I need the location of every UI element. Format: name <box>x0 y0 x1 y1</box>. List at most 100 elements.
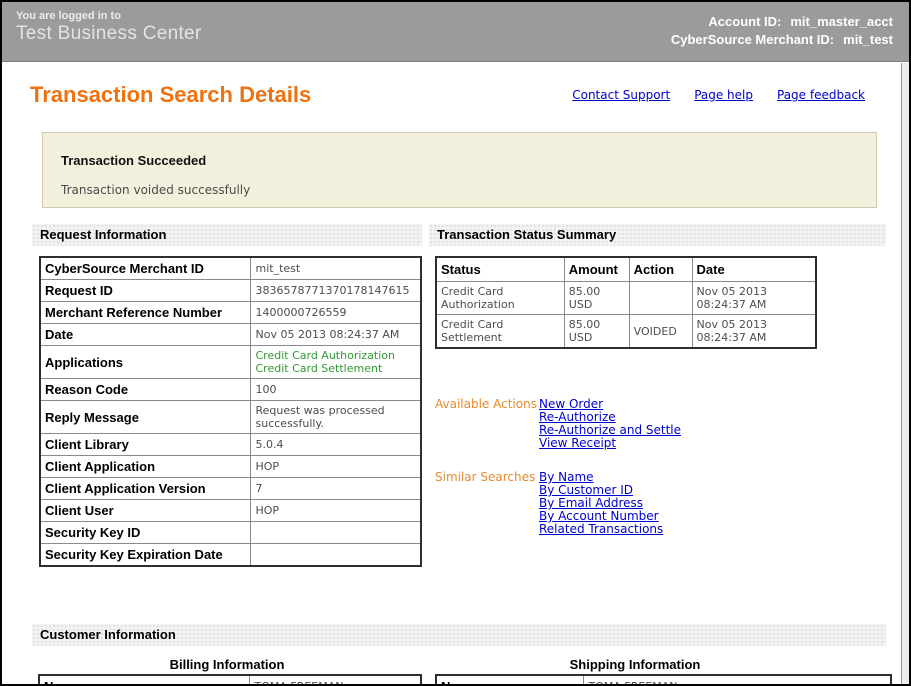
row-value: TOMA FREEMAN <box>583 675 891 686</box>
request-information-header: Request Information <box>32 224 422 246</box>
billing-information-heading: Billing Information <box>32 657 422 672</box>
table-row: Client Application Version 7 <box>40 478 421 500</box>
column-header-amount: Amount <box>564 257 629 282</box>
contact-support-link[interactable]: Contact Support <box>572 88 670 102</box>
request-information-table: CyberSource Merchant ID mit_test Request… <box>39 256 422 567</box>
transaction-status-summary-table: Status Amount Action Date Credit Card Au… <box>435 256 817 349</box>
message-title: Transaction Succeeded <box>61 153 876 168</box>
table-row: Applications Credit Card Authorization C… <box>40 346 421 379</box>
table-row: Request ID 3836578771370178147615 <box>40 280 421 302</box>
table-row: Client User HOP <box>40 500 421 522</box>
login-status: You are logged in to Test Business Cente… <box>16 10 202 45</box>
available-actions-block: Available Actions New Order Re-Authorize… <box>435 398 681 450</box>
row-label: Request ID <box>40 280 250 302</box>
page-title: Transaction Search Details <box>30 82 311 108</box>
row-label: Name <box>436 675 583 686</box>
transaction-message-box: Transaction Succeeded Transaction voided… <box>42 132 877 208</box>
billing-information-table: Name TOMA FREEMAN <box>38 674 422 686</box>
similar-searches-links: By Name By Customer ID By Email Address … <box>539 471 663 536</box>
row-label: Date <box>40 324 250 346</box>
table-row: Client Library 5.0.4 <box>40 434 421 456</box>
row-label: Client Application <box>40 456 250 478</box>
row-label: CyberSource Merchant ID <box>40 257 250 280</box>
column-header-status: Status <box>436 257 564 282</box>
row-label: Merchant Reference Number <box>40 302 250 324</box>
applications-cell: Credit Card Authorization Credit Card Se… <box>250 346 421 379</box>
status-cell: Credit Card Settlement <box>436 315 564 349</box>
row-label: Reason Code <box>40 379 250 401</box>
table-row: CyberSource Merchant ID mit_test <box>40 257 421 280</box>
account-id-row: Account ID: mit_master_acct <box>671 13 893 31</box>
date-cell: Nov 05 2013 08:24:37 AM <box>692 315 816 349</box>
action-cell: VOIDED <box>629 315 692 349</box>
credit-card-settlement-link[interactable]: Credit Card Settlement <box>256 362 416 375</box>
row-label: Security Key ID <box>40 522 250 544</box>
transaction-search-details-page: You are logged in to Test Business Cente… <box>0 0 911 686</box>
help-links: Contact Support Page help Page feedback <box>572 88 865 102</box>
status-cell: Credit Card Authorization <box>436 282 564 315</box>
row-value: 3836578771370178147615 <box>250 280 421 302</box>
row-value: TOMA FREEMAN <box>249 675 421 686</box>
customer-information-header: Customer Information <box>32 624 886 646</box>
row-label: Client Library <box>40 434 250 456</box>
date-cell: Nov 05 2013 08:24:37 AM <box>692 282 816 315</box>
account-id-value: mit_master_acct <box>790 14 893 29</box>
similar-searches-block: Similar Searches By Name By Customer ID … <box>435 471 663 536</box>
view-receipt-link[interactable]: View Receipt <box>539 437 681 450</box>
row-value: 100 <box>250 379 421 401</box>
row-value <box>250 544 421 567</box>
column-header-action: Action <box>629 257 692 282</box>
table-row: Client Application HOP <box>40 456 421 478</box>
table-row: Name TOMA FREEMAN <box>39 675 421 686</box>
row-value: Request was processed successfully. <box>250 401 421 434</box>
table-row: Reply Message Request was processed succ… <box>40 401 421 434</box>
available-actions-links: New Order Re-Authorize Re-Authorize and … <box>539 398 681 450</box>
available-actions-label: Available Actions <box>435 398 539 450</box>
message-body: Transaction voided successfully <box>61 183 876 197</box>
right-gutter <box>901 63 909 684</box>
merchant-id-label: CyberSource Merchant ID: <box>671 32 834 47</box>
table-row: Credit Card Settlement 85.00 USD VOIDED … <box>436 315 816 349</box>
table-row: Name TOMA FREEMAN <box>436 675 891 686</box>
app-header: You are logged in to Test Business Cente… <box>2 2 909 62</box>
row-value <box>250 522 421 544</box>
shipping-information-table: Name TOMA FREEMAN <box>435 674 892 686</box>
row-value: mit_test <box>250 257 421 280</box>
row-label: Reply Message <box>40 401 250 434</box>
merchant-ids: Account ID: mit_master_acct CyberSource M… <box>671 13 893 49</box>
shipping-information-heading: Shipping Information <box>435 657 835 672</box>
amount-cell: 85.00 USD <box>564 282 629 315</box>
action-cell <box>629 282 692 315</box>
table-row: Reason Code 100 <box>40 379 421 401</box>
merchant-id-row: CyberSource Merchant ID: mit_test <box>671 31 893 49</box>
page-feedback-link[interactable]: Page feedback <box>777 88 865 102</box>
app-title: Test Business Center <box>16 23 202 45</box>
row-label: Applications <box>40 346 250 379</box>
transaction-status-summary-header: Transaction Status Summary <box>429 224 886 246</box>
amount-cell: 85.00 USD <box>564 315 629 349</box>
logged-in-prefix: You are logged in to <box>16 10 202 22</box>
table-row: Merchant Reference Number 1400000726559 <box>40 302 421 324</box>
column-header-date: Date <box>692 257 816 282</box>
table-row: Security Key Expiration Date <box>40 544 421 567</box>
row-label: Client Application Version <box>40 478 250 500</box>
row-value: 7 <box>250 478 421 500</box>
related-transactions-link[interactable]: Related Transactions <box>539 523 663 536</box>
row-value: 5.0.4 <box>250 434 421 456</box>
table-header-row: Status Amount Action Date <box>436 257 816 282</box>
credit-card-authorization-link[interactable]: Credit Card Authorization <box>256 349 416 362</box>
page-help-link[interactable]: Page help <box>694 88 753 102</box>
row-value: 1400000726559 <box>250 302 421 324</box>
similar-searches-label: Similar Searches <box>435 471 539 536</box>
row-value: HOP <box>250 456 421 478</box>
row-label: Client User <box>40 500 250 522</box>
table-row: Date Nov 05 2013 08:24:37 AM <box>40 324 421 346</box>
row-label: Security Key Expiration Date <box>40 544 250 567</box>
row-value: Nov 05 2013 08:24:37 AM <box>250 324 421 346</box>
merchant-id-value: mit_test <box>843 32 893 47</box>
row-value: HOP <box>250 500 421 522</box>
table-row: Credit Card Authorization 85.00 USD Nov … <box>436 282 816 315</box>
row-label: Name <box>39 675 249 686</box>
account-id-label: Account ID: <box>708 14 781 29</box>
table-row: Security Key ID <box>40 522 421 544</box>
